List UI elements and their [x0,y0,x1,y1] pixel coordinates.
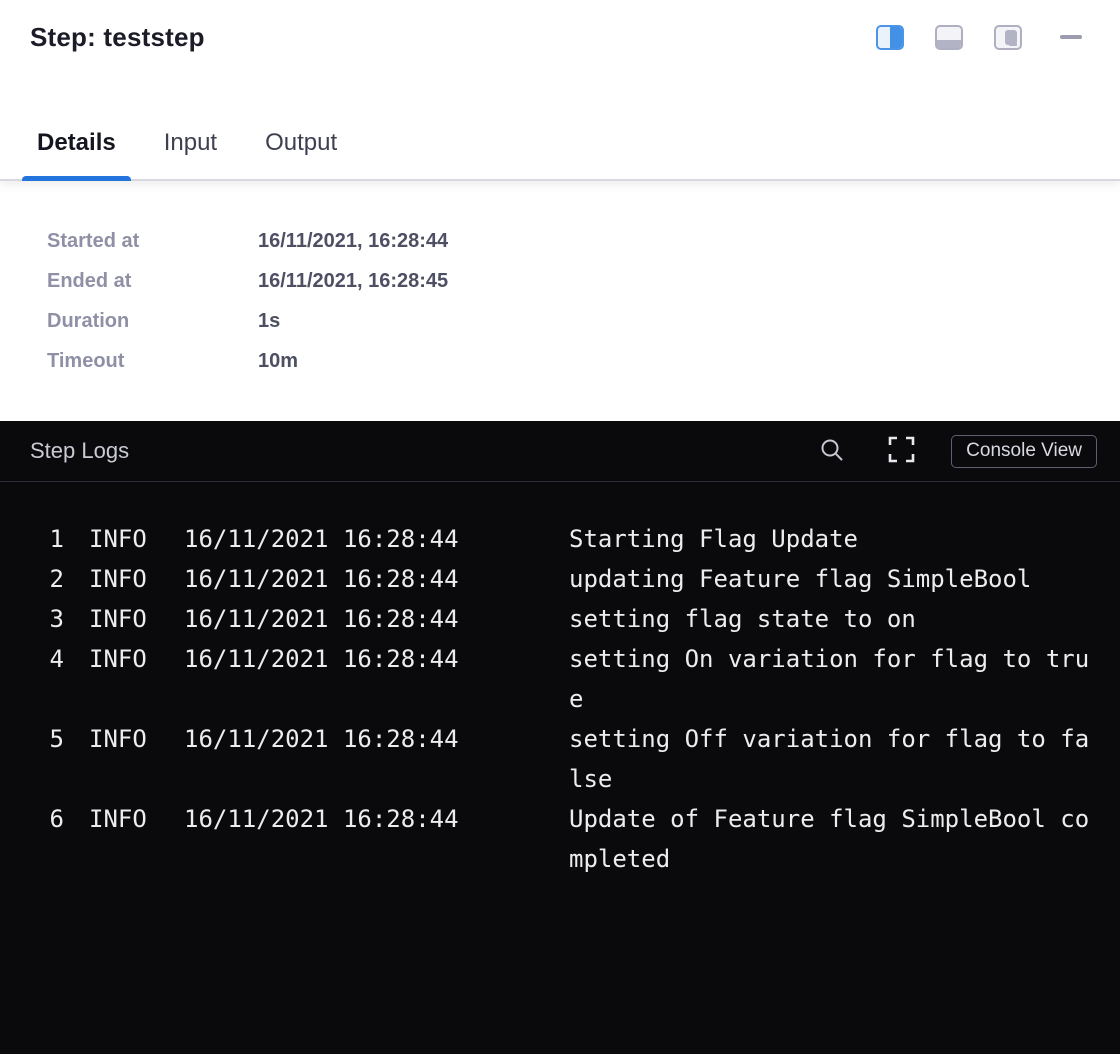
log-row: 3 INFO 16/11/2021 16:28:44 setting flag … [30,599,1120,639]
fullscreen-icon [885,433,918,469]
log-row: 6 INFO 16/11/2021 16:28:44 Update of Fea… [30,799,1120,879]
log-level: INFO [89,599,147,639]
detail-label: Ended at [47,270,258,293]
log-level: INFO [89,799,147,839]
panel-header: Step: teststep Details Input Output [0,0,1120,181]
tab[interactable]: Output [250,129,352,181]
log-timestamp: 16/11/2021 16:28:44 [184,719,459,759]
log-message: setting Off variation for flag to false [569,719,1094,799]
detail-row: Timeout 10m [47,341,1120,381]
detail-row: Duration 1s [47,301,1120,341]
log-timestamp: 16/11/2021 16:28:44 [184,559,459,599]
log-row: 5 INFO 16/11/2021 16:28:44 setting Off v… [30,719,1120,799]
tab[interactable]: Details [22,129,131,181]
log-line-number: 4 [30,639,64,679]
step-logs-header: Step Logs [0,421,1120,482]
console-view-button[interactable]: Console View [951,435,1097,468]
log-line-number: 1 [30,519,64,559]
log-message: Update of Feature flag SimpleBool comple… [569,799,1094,879]
log-level: INFO [89,559,147,599]
detail-value: 16/11/2021, 16:28:45 [258,270,448,293]
detail-label: Started at [47,230,258,253]
log-line-number: 6 [30,799,64,839]
detail-label: Timeout [47,350,258,373]
log-level: INFO [89,519,147,559]
step-logs-title: Step Logs [30,438,819,464]
log-row: 4 INFO 16/11/2021 16:28:44 setting On va… [30,639,1120,719]
detail-row: Started at 16/11/2021, 16:28:44 [47,221,1120,261]
log-level: INFO [89,719,147,759]
log-level: INFO [89,639,147,679]
window-controls [876,25,1082,50]
log-timestamp: 16/11/2021 16:28:44 [184,639,459,679]
log-row: 1 INFO 16/11/2021 16:28:44 Starting Flag… [30,519,1120,559]
log-message: setting On variation for flag to true [569,639,1094,719]
page-title: Step: teststep [30,22,205,53]
floating-view-icon[interactable] [994,25,1022,50]
log-message: updating Feature flag SimpleBool [569,559,1094,599]
split-view-icon[interactable] [876,25,904,50]
tab-bar: Details Input Output [22,129,352,181]
log-message: setting flag state to on [569,599,1094,639]
minimize-icon[interactable] [1060,35,1082,39]
fullscreen-button[interactable] [885,433,918,469]
detail-value: 16/11/2021, 16:28:44 [258,230,448,253]
log-message: Starting Flag Update [569,519,1094,559]
detail-value: 10m [258,350,298,373]
log-line-number: 5 [30,719,64,759]
detail-row: Ended at 16/11/2021, 16:28:45 [47,261,1120,301]
search-icon [819,437,845,466]
search-button[interactable] [819,437,845,466]
detail-label: Duration [47,310,258,333]
log-line-number: 3 [30,599,64,639]
log-timestamp: 16/11/2021 16:28:44 [184,519,459,559]
log-line-number: 2 [30,559,64,599]
details-panel: Started at 16/11/2021, 16:28:44 Ended at… [0,181,1120,421]
log-timestamp: 16/11/2021 16:28:44 [184,799,459,839]
step-panel: Step: teststep Details Input Output Starte… [0,0,1120,1054]
detail-value: 1s [258,310,280,333]
log-row: 2 INFO 16/11/2021 16:28:44 updating Feat… [30,559,1120,599]
tab[interactable]: Input [149,129,232,181]
log-lines: 1 INFO 16/11/2021 16:28:44 Starting Flag… [0,482,1120,879]
bottom-view-icon[interactable] [935,25,963,50]
step-logs-panel: Step Logs [0,421,1120,1054]
log-timestamp: 16/11/2021 16:28:44 [184,599,459,639]
